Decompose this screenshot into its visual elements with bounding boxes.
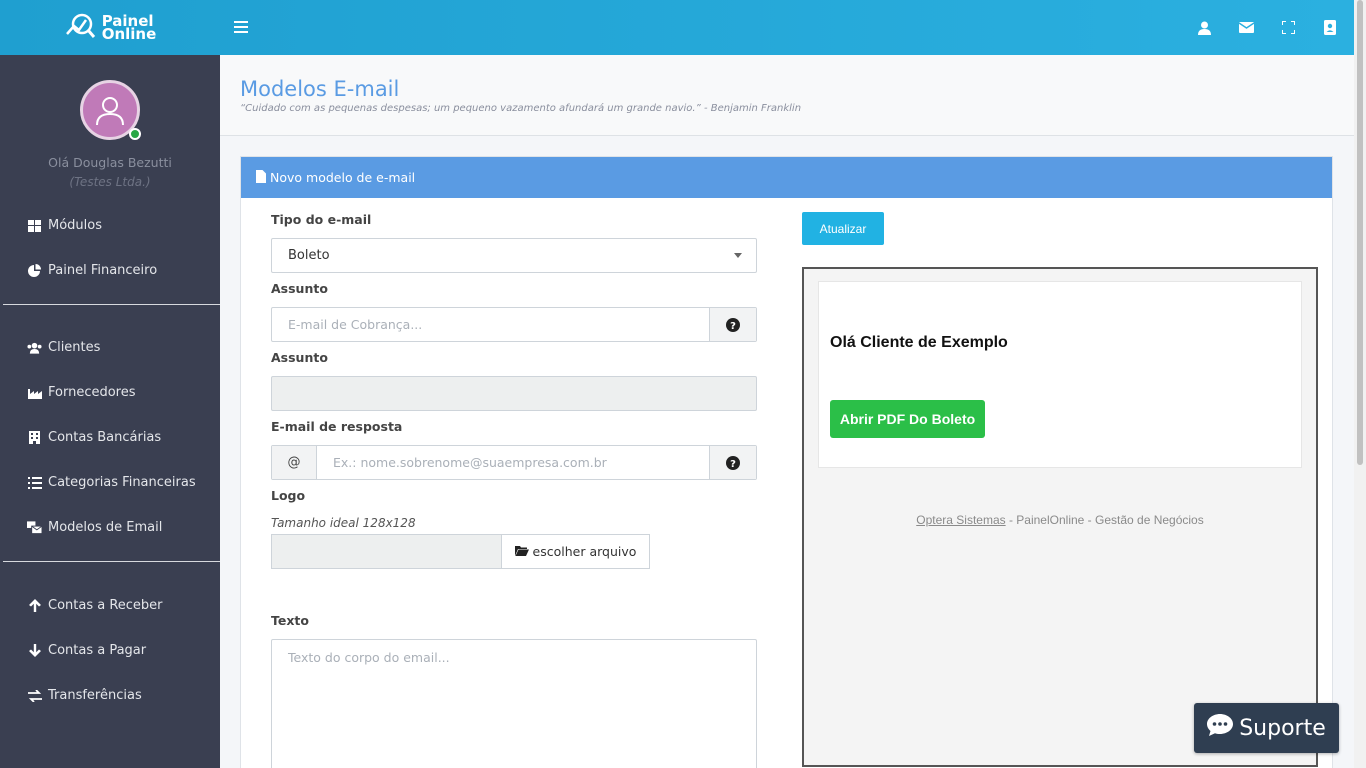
assunto-input-group: E-mail de Cobrança... ? [271,307,757,342]
assunto-label: Assunto [271,281,328,296]
question-circle-icon[interactable]: ? [709,446,756,479]
sidebar-item-contas-receber[interactable]: Contas a Receber [0,583,220,628]
open-pdf-button[interactable]: Abrir PDF Do Boleto [830,400,985,438]
sidebar-item-modelos-email[interactable]: Modelos de Email [0,505,220,550]
page-header: Modelos E-mail “Cuidado com as pequenas … [220,55,1354,136]
sidebar: Olá Douglas Bezutti (Testes Ltda.) Módul… [0,55,220,768]
page-quote: “Cuidado com as pequenas despesas; um pe… [240,103,802,114]
texto-textarea[interactable]: Texto do corpo do email... [271,639,757,768]
sidebar-item-label: Transferências [48,688,142,703]
preview-footer: Optera Sistemas - PainelOnline - Gestão … [804,513,1316,527]
support-button[interactable]: Suporte [1194,703,1339,753]
card-title: Novo modelo de e-mail [270,170,416,185]
card-header: Novo modelo de e-mail [241,157,1332,198]
users-icon [27,342,42,354]
preview-email-body: Olá Cliente de Exemplo Abrir PDF Do Bole… [818,281,1302,468]
building-icon [27,431,42,444]
sidebar-item-contas-bancarias[interactable]: Contas Bancárias [0,415,220,460]
sidebar-item-transferencias[interactable]: Transferências [0,673,220,718]
choose-file-button[interactable]: escolher arquivo [502,534,650,569]
sidebar-item-label: Modelos de Email [48,520,163,535]
svg-text:?: ? [730,321,736,332]
main-content: Modelos E-mail “Cuidado com as pequenas … [220,55,1354,768]
pie-chart-icon [27,264,42,277]
assunto-input[interactable]: E-mail de Cobrança... [272,308,709,341]
scrollbar-thumb[interactable] [1357,0,1363,465]
texto-label: Texto [271,613,309,628]
brand-logo[interactable]: Painel Online [0,0,220,55]
chevron-down-icon [734,253,742,258]
sidebar-item-label: Clientes [48,340,101,355]
arrow-down-icon [27,644,42,657]
online-status-dot [129,128,141,140]
assunto-disabled-input [271,376,757,411]
top-navbar: Painel Online [0,0,1354,55]
chart-logo-icon [64,12,96,44]
address-book-icon[interactable] [1320,18,1340,38]
tipo-select-value: Boleto [288,248,330,263]
sidebar-item-fornecedores[interactable]: Fornecedores [0,370,220,415]
at-prefix: @ [272,446,317,479]
tipo-select[interactable]: Boleto [271,238,757,273]
envelope-icon[interactable] [1236,18,1256,38]
question-circle-icon[interactable]: ? [709,308,756,341]
mail-bulk-icon [27,521,42,534]
sidebar-divider [3,561,220,562]
support-label: Suporte [1239,715,1326,741]
preview-greeting: Olá Cliente de Exemplo [830,334,1008,351]
optera-link[interactable]: Optera Sistemas [916,513,1005,527]
comment-dots-icon [1207,714,1234,742]
grid-icon [27,219,42,232]
sidebar-item-label: Painel Financeiro [48,263,158,278]
list-icon [27,476,42,489]
assunto2-label: Assunto [271,350,328,365]
expand-icon[interactable] [1278,18,1298,38]
svg-text:?: ? [730,459,736,470]
sidebar-item-label: Fornecedores [48,385,136,400]
email-form: Tipo do e-mail Boleto Assunto E-mail de … [271,212,757,768]
sidebar-item-clientes[interactable]: Clientes [0,325,220,370]
hamburger-menu-icon[interactable] [234,17,248,38]
industry-icon [27,387,42,399]
resposta-input[interactable]: Ex.: nome.sobrenome@suaempresa.com.br [317,446,709,479]
sidebar-item-label: Contas a Receber [48,598,163,613]
tipo-label: Tipo do e-mail [271,212,372,227]
arrow-up-icon [27,599,42,612]
user-name: Olá Douglas Bezutti [48,155,172,170]
sidebar-item-label: Contas a Pagar [48,643,147,658]
user-avatar-icon [96,97,124,126]
resposta-input-group: @ Ex.: nome.sobrenome@suaempresa.com.br … [271,445,757,480]
sidebar-item-modulos[interactable]: Módulos [0,203,220,248]
email-preview-panel: Atualizar Olá Cliente de Exemplo Abrir P… [802,212,1318,767]
sidebar-item-categorias-financeiras[interactable]: Categorias Financeiras [0,460,220,505]
exchange-icon [27,689,42,702]
logo-file-input: escolher arquivo [271,534,650,569]
user-icon[interactable] [1194,18,1214,38]
file-icon [256,169,266,186]
sidebar-item-label: Contas Bancárias [48,430,162,445]
update-button[interactable]: Atualizar [802,212,884,245]
avatar[interactable] [80,80,141,140]
resposta-label: E-mail de resposta [271,419,403,434]
sidebar-item-contas-pagar[interactable]: Contas a Pagar [0,628,220,673]
brand-text: Painel Online [101,13,157,43]
footer-text: - PainelOnline - Gestão de Negócios [1005,513,1204,527]
page-scrollbar[interactable] [1354,0,1366,768]
sidebar-item-painel-financeiro[interactable]: Painel Financeiro [0,248,220,293]
logo-hint: Tamanho ideal 128x128 [271,516,416,530]
sidebar-item-label: Categorias Financeiras [48,475,196,490]
sidebar-item-label: Módulos [48,218,102,233]
folder-open-icon [514,544,529,559]
sidebar-divider [3,304,220,305]
file-name-box[interactable] [271,534,502,569]
new-email-template-card: Novo modelo de e-mail Tipo do e-mail Bol… [240,156,1333,768]
page-title: Modelos E-mail [240,77,400,101]
logo-label: Logo [271,488,306,503]
brand-line2: Online [101,24,157,43]
user-company: (Testes Ltda.) [69,175,151,189]
choose-file-label: escolher arquivo [532,544,637,559]
preview-frame: Olá Cliente de Exemplo Abrir PDF Do Bole… [802,267,1318,767]
